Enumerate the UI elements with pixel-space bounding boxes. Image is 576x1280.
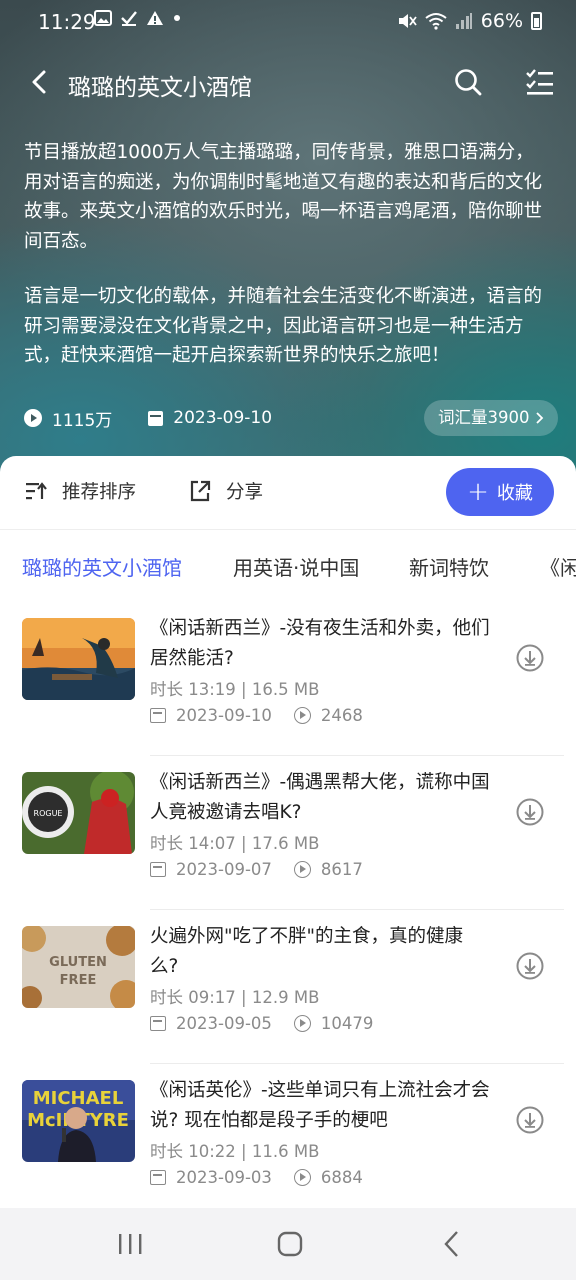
play-count-icon — [293, 1015, 311, 1032]
thumb-text-gluten: GLUTEN — [49, 955, 107, 970]
episode-date: 2023-09-05 — [176, 1014, 272, 1033]
episode-sheet: 推荐排序 分享 + 收藏 璐璐的英文小酒馆 用英语·说中国 新词特饮 《闲 《闲… — [0, 456, 576, 1280]
play-count-icon — [293, 1169, 311, 1186]
share-button[interactable]: 分享 — [188, 478, 263, 504]
notification-icons — [94, 10, 182, 26]
signal-icon — [455, 13, 472, 29]
dot-icon — [174, 15, 180, 21]
podcast-description-2: 语言是一切文化的载体，并随着社会生活变化不断演进，语言的研习需要浸没在文化背景之… — [24, 286, 543, 366]
page-title: 璐璐的英文小酒馆 — [68, 75, 252, 101]
recent-apps-icon[interactable] — [110, 1226, 150, 1262]
gallery-icon — [94, 10, 112, 26]
calendar-icon — [150, 1016, 166, 1031]
sort-icon — [26, 482, 47, 500]
calendar-icon — [150, 1170, 166, 1185]
search-icon[interactable] — [452, 66, 484, 98]
episode-item[interactable]: GLUTEN FREE 火遍外网"吃了不胖"的主食，真的健康么? 时长 09:1… — [0, 910, 576, 1064]
collect-label: 收藏 — [496, 483, 533, 504]
episode-plays: 8617 — [320, 860, 363, 879]
system-nav-bar — [0, 1208, 576, 1280]
home-icon[interactable] — [270, 1226, 310, 1262]
episode-item[interactable]: MICHAEL McINTYRE 《闲话英伦》-这些单词只有上流社会才会说? 现… — [0, 1064, 576, 1218]
battery-percent: 66% — [480, 10, 523, 32]
podcast-description: 节目播放超1000万人气主播璐璐，同传背景，雅思口语满分，用对语言的痴迷，为你调… — [24, 142, 543, 252]
tab-new-words[interactable]: 新词特饮 — [409, 552, 489, 581]
episode-stats: 2023-09-05 10479 — [150, 1014, 373, 1033]
checklist-icon[interactable] — [524, 66, 556, 98]
tab-chat[interactable]: 《闲 — [540, 552, 576, 581]
calendar-icon — [150, 862, 166, 877]
wifi-icon — [425, 13, 447, 30]
episode-plays: 6884 — [320, 1168, 363, 1187]
episode-title: 火遍外网"吃了不胖"的主食，真的健康么? — [150, 926, 464, 977]
vocab-label: 词汇量3900 — [438, 408, 530, 427]
episode-stats: 2023-09-03 6884 — [150, 1168, 363, 1187]
sort-button[interactable]: 推荐排序 — [24, 478, 136, 504]
check-icon — [121, 11, 137, 26]
battery-icon — [531, 12, 542, 30]
calendar-icon — [148, 410, 164, 426]
episode-date: 2023-09-07 — [176, 860, 272, 879]
episode-item[interactable]: ROGUE 《闲话新西兰》-偶遇黑帮大佬，谎称中国人竟被邀请去唱K? 时长 14… — [0, 756, 576, 910]
download-icon[interactable] — [515, 797, 545, 827]
back-icon[interactable] — [432, 1226, 472, 1262]
plus-icon: + — [467, 477, 489, 507]
episode-meta: 时长 13:19 | 16.5 MB — [150, 680, 320, 699]
episode-title: 《闲话新西兰》-偶遇黑帮大佬，谎称中国人竟被邀请去唱K? — [150, 772, 490, 823]
episode-plays: 10479 — [320, 1014, 374, 1033]
episode-thumbnail: MICHAEL McINTYRE — [22, 1080, 135, 1162]
episode-stats: 2023-09-10 2468 — [150, 706, 363, 725]
play-count-icon — [293, 861, 311, 878]
action-toolbar: 推荐排序 分享 + 收藏 — [0, 456, 576, 530]
share-icon — [190, 480, 211, 502]
album-tabs: 璐璐的英文小酒馆 用英语·说中国 新词特饮 《闲 — [0, 530, 576, 602]
vocab-badge[interactable]: 词汇量3900 — [424, 400, 558, 436]
thumb-text-rogue: ROGUE — [34, 809, 63, 818]
thumb-text-free: FREE — [60, 973, 97, 988]
play-count-icon — [293, 707, 311, 724]
episode-meta: 时长 14:07 | 17.6 MB — [150, 834, 320, 853]
mute-icon — [398, 14, 417, 28]
episode-thumbnail — [22, 618, 135, 700]
tab-english-china[interactable]: 用英语·说中国 — [233, 552, 359, 581]
status-time: 11:29 — [38, 10, 96, 34]
download-icon[interactable] — [515, 643, 545, 673]
episode-stats: 2023-09-07 8617 — [150, 860, 363, 879]
update-date-value: 2023-09-10 — [173, 408, 273, 428]
play-count: 1115万 — [24, 406, 112, 431]
episode-meta: 时长 09:17 | 12.9 MB — [150, 988, 320, 1007]
sort-label: 推荐排序 — [62, 482, 137, 503]
episode-item[interactable]: 《闲话新西兰》-没有夜生活和外卖，他们居然能活? 时长 13:19 | 16.5… — [0, 602, 576, 756]
top-nav: 璐璐的英文小酒馆 — [0, 56, 576, 108]
back-arrow-icon[interactable] — [24, 64, 56, 100]
chevron-right-icon — [535, 412, 543, 424]
download-icon[interactable] — [515, 951, 545, 981]
play-count-icon — [24, 409, 42, 427]
episode-title: 《闲话英伦》-这些单词只有上流社会才会说? 现在怕都是段子手的梗吧 — [150, 1080, 490, 1131]
share-label: 分享 — [226, 482, 264, 503]
podcast-stats: 1115万 2023-09-10 — [24, 404, 308, 432]
episode-meta: 时长 10:22 | 11.6 MB — [150, 1142, 320, 1161]
episode-thumbnail: ROGUE — [22, 772, 135, 854]
episode-date: 2023-09-03 — [176, 1168, 272, 1187]
play-count-value: 1115万 — [52, 410, 113, 431]
calendar-icon — [150, 708, 166, 723]
collect-button[interactable]: + 收藏 — [446, 468, 554, 516]
episode-date: 2023-09-10 — [176, 706, 272, 725]
download-icon[interactable] — [515, 1105, 545, 1135]
tab-lulu-bar[interactable]: 璐璐的英文小酒馆 — [22, 552, 182, 581]
warning-icon — [147, 11, 163, 25]
status-bar: 11:29 66% — [0, 0, 576, 48]
update-date: 2023-09-10 — [148, 408, 272, 428]
episode-plays: 2468 — [320, 706, 363, 725]
system-status: 66% — [397, 10, 542, 32]
episode-title: 《闲话新西兰》-没有夜生活和外卖，他们居然能活? — [150, 618, 490, 669]
episode-thumbnail: GLUTEN FREE — [22, 926, 135, 1008]
thumb-text-michael: MICHAEL — [33, 1088, 124, 1109]
